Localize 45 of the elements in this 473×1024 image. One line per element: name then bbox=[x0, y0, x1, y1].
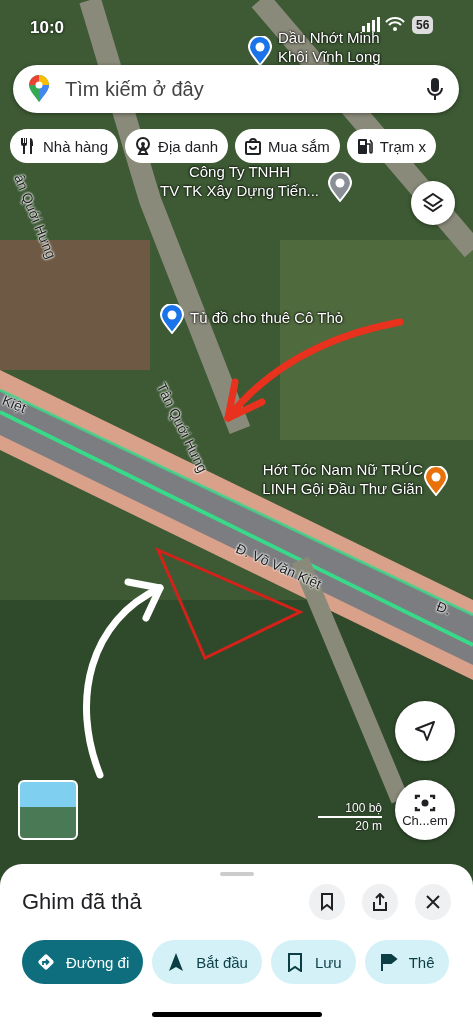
street-view-thumbnail[interactable] bbox=[18, 780, 78, 840]
close-icon bbox=[426, 895, 440, 909]
save-button[interactable] bbox=[309, 884, 345, 920]
signal-wifi-icon bbox=[362, 16, 408, 32]
category-chip[interactable]: Nhà hàng bbox=[10, 129, 119, 163]
scale-imperial: 100 bộ bbox=[345, 801, 382, 815]
camera-lens-icon bbox=[414, 792, 436, 813]
share-icon bbox=[372, 893, 388, 911]
category-chip[interactable]: Địa danh bbox=[125, 129, 229, 163]
place-label[interactable]: Dầu Nhớt Minh Khôi Vĩnh Long bbox=[278, 28, 381, 66]
road-label: Tân Quới Hưng bbox=[153, 380, 211, 476]
microphone-icon[interactable] bbox=[427, 77, 443, 101]
status-time: 10:0 bbox=[30, 18, 65, 38]
road-label: Đ. Võ Văn Kiệt bbox=[233, 540, 324, 592]
road-label: Đ. bbox=[434, 598, 454, 618]
bookmark-icon bbox=[320, 893, 334, 911]
scale-metric: 20 m bbox=[355, 819, 382, 833]
sheet-title: Ghim đã thả bbox=[22, 889, 143, 915]
action-button[interactable]: Bắt đầu bbox=[152, 940, 262, 984]
search-bar[interactable]: Tìm kiếm ở đây bbox=[13, 65, 459, 113]
shopping-bag-icon bbox=[243, 136, 264, 156]
place-label[interactable]: Công Ty TNHH TV TK Xây Dựng Tiến... bbox=[160, 162, 319, 200]
salon-place-pin-icon[interactable] bbox=[424, 466, 448, 496]
layers-icon bbox=[422, 192, 444, 214]
road-label: ân Quới Hưng bbox=[11, 172, 60, 261]
navigation-arrow-icon bbox=[414, 720, 436, 742]
scale-bar bbox=[318, 816, 382, 818]
map-pin-logo-icon bbox=[29, 75, 49, 103]
place-pin-icon[interactable] bbox=[328, 172, 352, 202]
share-button[interactable] bbox=[362, 884, 398, 920]
search-input[interactable]: Tìm kiếm ở đây bbox=[63, 76, 413, 102]
action-button[interactable]: Lưu bbox=[270, 940, 356, 984]
flag-icon bbox=[378, 952, 399, 972]
drag-handle[interactable] bbox=[219, 872, 254, 876]
road-label: Kiệt bbox=[0, 392, 29, 416]
shopping-place-pin-icon[interactable] bbox=[160, 304, 184, 334]
action-button[interactable]: Đường đi bbox=[22, 940, 144, 984]
category-chip[interactable]: Trạm x bbox=[346, 129, 436, 163]
shopping-place-pin-icon[interactable] bbox=[248, 36, 272, 66]
battery-level: 56 bbox=[412, 16, 434, 34]
place-label[interactable]: Tủ đồ cho thuê Cô Thỏ bbox=[190, 308, 344, 327]
place-label[interactable]: Hớt Tóc Nam Nữ TRÚC LINH Gội Đầu Thư Giãn bbox=[262, 460, 423, 498]
close-button[interactable] bbox=[415, 884, 451, 920]
action-button[interactable]: Thê bbox=[364, 940, 449, 984]
category-chip[interactable]: Mua sắm bbox=[235, 129, 340, 163]
